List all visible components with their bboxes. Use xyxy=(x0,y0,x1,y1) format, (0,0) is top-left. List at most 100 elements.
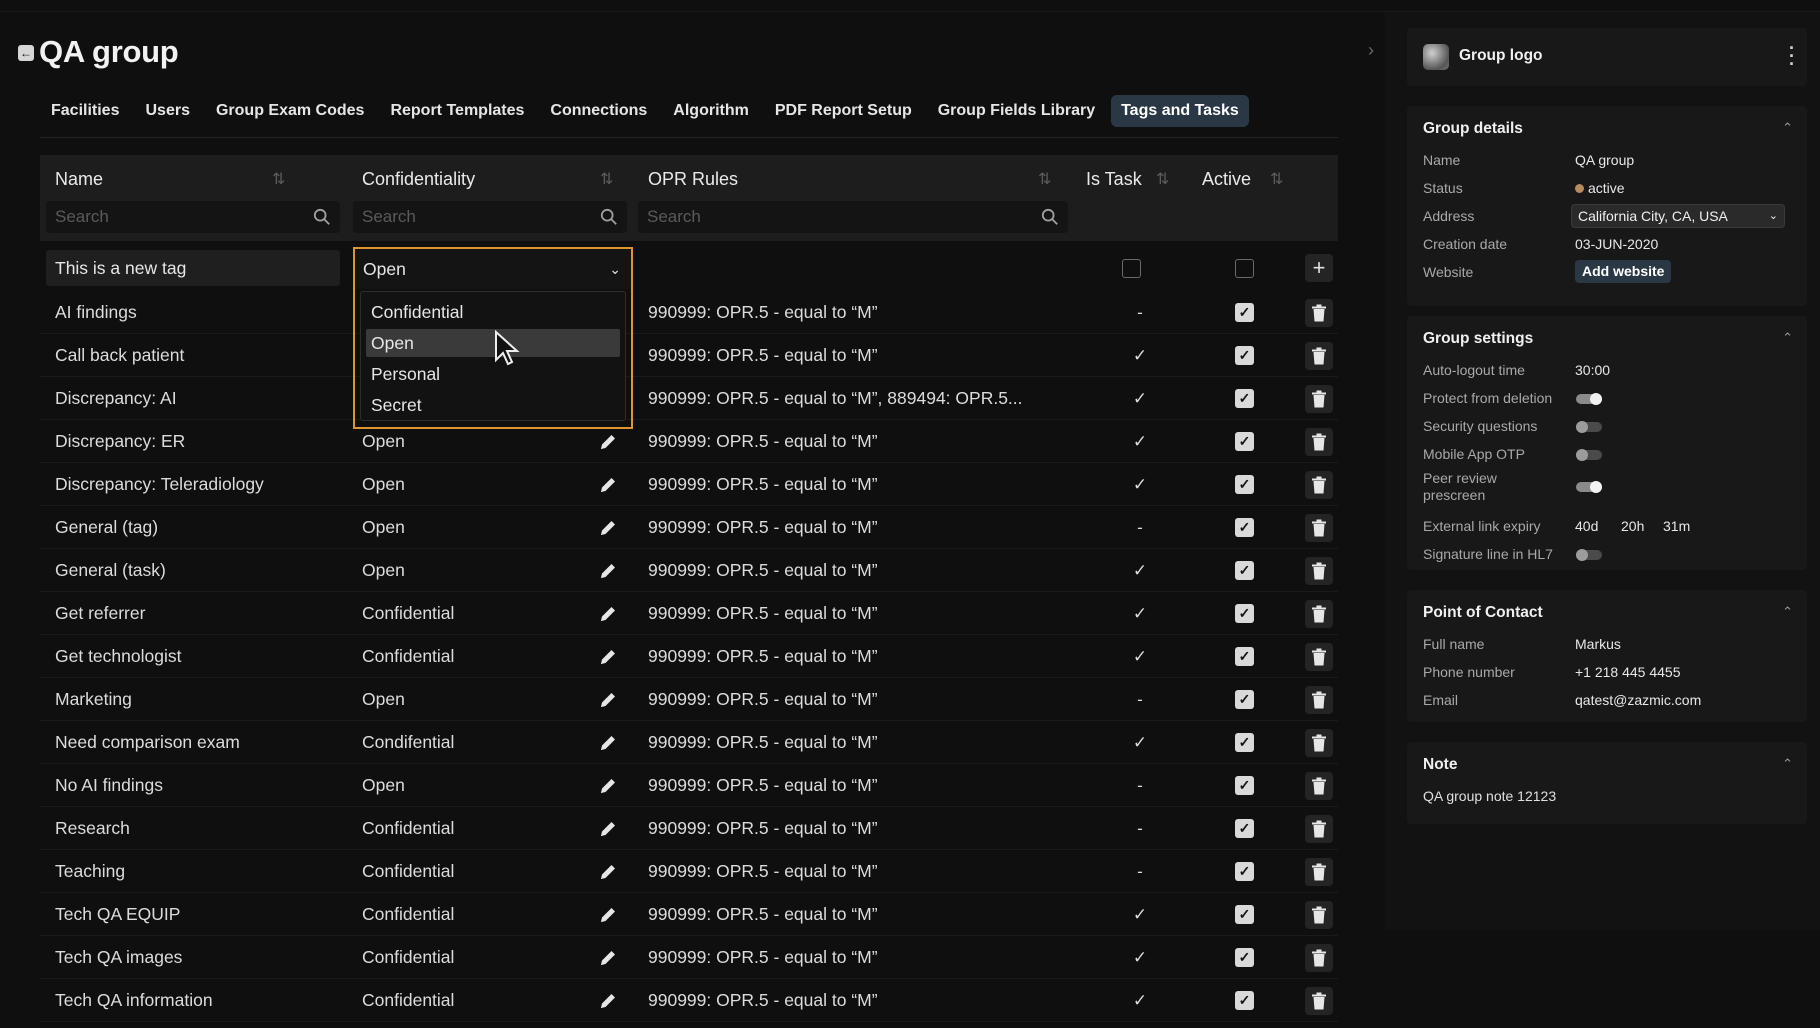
active-checkbox[interactable]: ✓ xyxy=(1235,862,1254,881)
sort-icon[interactable]: ⇅ xyxy=(1156,169,1169,189)
table-row[interactable]: Discrepancy: ER Open 990999: OPR.5 - equal… xyxy=(40,420,1338,463)
table-row[interactable]: Marketing Open 990999: OPR.5 - equal to “M… xyxy=(40,678,1338,721)
delete-button[interactable] xyxy=(1305,901,1333,929)
table-row[interactable]: Tech QA images Confidential 990999: OPR.5 … xyxy=(40,936,1338,979)
protect-from-deletion-toggle[interactable] xyxy=(1576,393,1602,405)
edit-icon[interactable] xyxy=(598,905,618,925)
tab-users[interactable]: Users xyxy=(135,95,199,127)
table-row[interactable]: Call back patient 990999: OPR.5 - equal t… xyxy=(40,334,1338,377)
delete-button[interactable] xyxy=(1305,600,1333,628)
peer-review-prescreen-toggle[interactable] xyxy=(1576,481,1602,493)
address-select[interactable]: California City, CA, USA ⌄ xyxy=(1571,204,1785,228)
active-checkbox[interactable]: ✓ xyxy=(1235,518,1254,537)
delete-button[interactable] xyxy=(1305,471,1333,499)
active-checkbox[interactable]: ✓ xyxy=(1235,561,1254,580)
active-checkbox[interactable]: ✓ xyxy=(1235,690,1254,709)
delete-button[interactable] xyxy=(1305,428,1333,456)
table-row[interactable]: Discrepancy: AI 990999: OPR.5 - equal to … xyxy=(40,377,1338,420)
active-checkbox[interactable]: ✓ xyxy=(1235,389,1254,408)
edit-icon[interactable] xyxy=(598,862,618,882)
active-checkbox[interactable]: ✓ xyxy=(1235,303,1254,322)
sort-icon[interactable]: ⇅ xyxy=(1038,169,1051,189)
opr-rules-search-input[interactable] xyxy=(638,201,982,233)
dropdown-option-personal[interactable]: Personal xyxy=(366,360,620,388)
active-checkbox[interactable]: ✓ xyxy=(1235,647,1254,666)
edit-icon[interactable] xyxy=(598,475,618,495)
active-checkbox[interactable]: ✓ xyxy=(1235,991,1254,1010)
edit-icon[interactable] xyxy=(598,948,618,968)
column-header-active[interactable]: Active xyxy=(1202,169,1251,190)
table-row[interactable]: General (task) Open 990999: OPR.5 - equal … xyxy=(40,549,1338,592)
dropdown-option-secret[interactable]: Secret xyxy=(366,391,620,419)
table-row[interactable]: Tech QA information Confidential 990999: O… xyxy=(40,979,1338,1022)
confidentiality-select[interactable]: Open ⌄ xyxy=(353,247,633,289)
chevron-up-icon[interactable]: ⌃ xyxy=(1782,756,1793,772)
signature-line-toggle[interactable] xyxy=(1576,549,1602,561)
active-checkbox[interactable]: ✓ xyxy=(1235,604,1254,623)
delete-button[interactable] xyxy=(1305,987,1333,1015)
name-search-input[interactable] xyxy=(46,201,282,233)
delete-button[interactable] xyxy=(1305,858,1333,886)
table-row[interactable]: Discrepancy: Teleradiology Open 990999: OP… xyxy=(40,463,1338,506)
new-tag-name-input[interactable]: This is a new tag xyxy=(46,250,340,286)
edit-icon[interactable] xyxy=(598,432,618,452)
add-tag-button[interactable]: + xyxy=(1305,254,1333,282)
dropdown-option-confidential[interactable]: Confidential xyxy=(366,298,620,326)
column-header-opr-rules[interactable]: OPR Rules xyxy=(648,169,738,190)
delete-button[interactable] xyxy=(1305,643,1333,671)
edit-icon[interactable] xyxy=(598,561,618,581)
search-icon[interactable] xyxy=(600,208,618,226)
search-icon[interactable] xyxy=(1041,208,1059,226)
sort-icon[interactable]: ⇅ xyxy=(600,169,613,189)
edit-icon[interactable] xyxy=(598,604,618,624)
dropdown-option-open[interactable]: Open xyxy=(366,329,620,357)
confidentiality-search-input[interactable] xyxy=(353,201,573,233)
delete-button[interactable] xyxy=(1305,815,1333,843)
column-header-is-task[interactable]: Is Task xyxy=(1086,169,1142,190)
column-header-name[interactable]: Name xyxy=(55,169,103,190)
active-checkbox[interactable]: ✓ xyxy=(1235,905,1254,924)
delete-button[interactable] xyxy=(1305,944,1333,972)
edit-icon[interactable] xyxy=(598,819,618,839)
tab-pdf-report-setup[interactable]: PDF Report Setup xyxy=(765,95,922,127)
tab-group-exam-codes[interactable]: Group Exam Codes xyxy=(206,95,374,127)
active-checkbox[interactable]: ✓ xyxy=(1235,346,1254,365)
table-row[interactable]: Get referrer Confidential 990999: OPR.5 - … xyxy=(40,592,1338,635)
chevron-right-icon[interactable]: › xyxy=(1368,40,1384,62)
active-checkbox[interactable]: ✓ xyxy=(1235,733,1254,752)
active-checkbox[interactable]: ✓ xyxy=(1235,948,1254,967)
sort-icon[interactable]: ⇅ xyxy=(1270,169,1283,189)
delete-button[interactable] xyxy=(1305,772,1333,800)
active-checkbox[interactable]: ✓ xyxy=(1235,776,1254,795)
sort-icon[interactable]: ⇅ xyxy=(272,169,285,189)
active-checkbox[interactable]: ✓ xyxy=(1235,475,1254,494)
active-checkbox[interactable]: ✓ xyxy=(1235,432,1254,451)
active-checkbox[interactable] xyxy=(1235,259,1254,278)
edit-icon[interactable] xyxy=(598,733,618,753)
tab-report-templates[interactable]: Report Templates xyxy=(380,95,534,127)
table-row[interactable]: Research Confidential 990999: OPR.5 - equa… xyxy=(40,807,1338,850)
edit-icon[interactable] xyxy=(598,776,618,796)
chevron-up-icon[interactable]: ⌃ xyxy=(1782,604,1793,620)
tab-tags-and-tasks[interactable]: Tags and Tasks xyxy=(1111,95,1249,127)
table-row[interactable]: No AI findings Open 990999: OPR.5 - equal … xyxy=(40,764,1338,807)
edit-icon[interactable] xyxy=(598,991,618,1011)
table-row[interactable]: Get technologist Confidential 990999: OPR.… xyxy=(40,635,1338,678)
security-questions-toggle[interactable] xyxy=(1576,421,1602,433)
table-row[interactable]: Teaching Confidential 990999: OPR.5 - equa… xyxy=(40,850,1338,893)
more-menu-icon[interactable]: · · · xyxy=(1789,39,1795,73)
chevron-up-icon[interactable]: ⌃ xyxy=(1782,120,1793,136)
delete-button[interactable] xyxy=(1305,557,1333,585)
tab-connections[interactable]: Connections xyxy=(540,95,657,127)
delete-button[interactable] xyxy=(1305,299,1333,327)
mobile-app-otp-toggle[interactable] xyxy=(1576,449,1602,461)
delete-button[interactable] xyxy=(1305,342,1333,370)
delete-button[interactable] xyxy=(1305,686,1333,714)
delete-button[interactable] xyxy=(1305,385,1333,413)
edit-icon[interactable] xyxy=(598,690,618,710)
edit-icon[interactable] xyxy=(598,518,618,538)
tab-facilities[interactable]: Facilities xyxy=(41,95,129,127)
delete-button[interactable] xyxy=(1305,514,1333,542)
tab-algorithm[interactable]: Algorithm xyxy=(663,95,759,127)
is-task-checkbox[interactable] xyxy=(1122,259,1141,278)
